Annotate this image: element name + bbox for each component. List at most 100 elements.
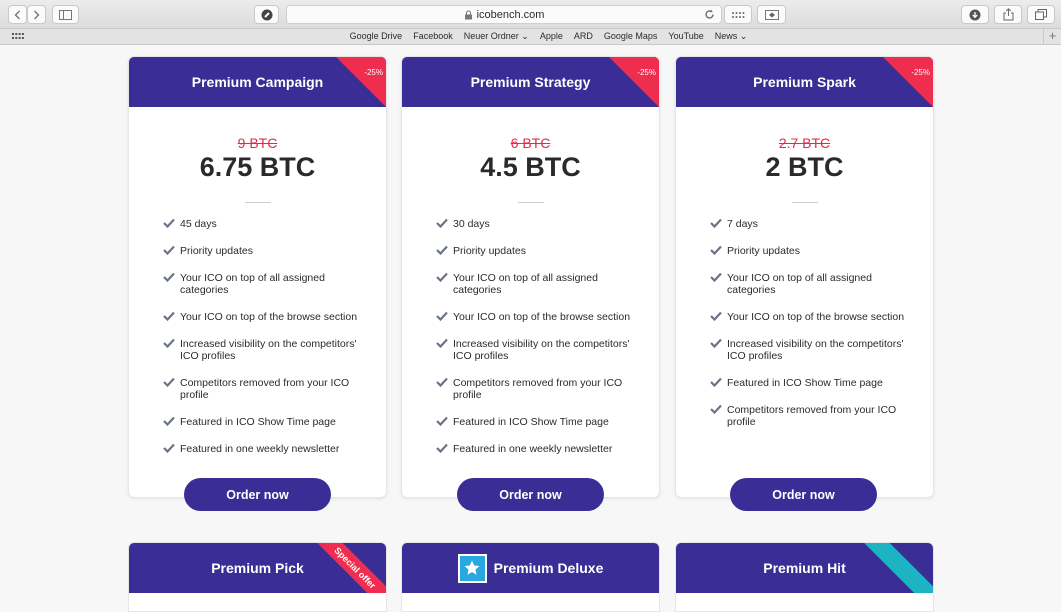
- bookmark-facebook[interactable]: Facebook: [413, 31, 453, 42]
- checkmark-icon: [436, 272, 448, 282]
- feature-text: Priority updates: [727, 245, 800, 257]
- feature-text: Featured in one weekly newsletter: [180, 443, 340, 455]
- site-logo-icon: [261, 9, 272, 20]
- old-price: 6 BTC: [510, 135, 551, 151]
- checkmark-icon: [436, 443, 448, 453]
- order-now-button[interactable]: Order now: [730, 478, 877, 511]
- card-title: Premium Deluxe: [493, 560, 604, 576]
- feature-text: Featured in ICO Show Time page: [727, 377, 883, 389]
- card-title: Premium Campaign: [191, 74, 324, 90]
- feature-item: Your ICO on top of the browse section: [436, 311, 641, 323]
- downloads-button[interactable]: [961, 5, 989, 24]
- chevron-down-icon: ⌄: [739, 31, 748, 41]
- feature-text: Competitors removed from your ICO profil…: [727, 404, 897, 428]
- feature-item: Competitors removed from your ICO profil…: [163, 377, 368, 401]
- old-price: 9 BTC: [237, 135, 278, 151]
- feature-item: 30 days: [436, 218, 641, 230]
- feature-item: Featured in ICO Show Time page: [436, 416, 641, 428]
- feature-text: Featured in ICO Show Time page: [453, 416, 609, 428]
- checkmark-icon: [163, 443, 175, 453]
- checkmark-icon: [163, 311, 175, 321]
- bookmark-youtube[interactable]: YouTube: [668, 31, 703, 42]
- tabs-icon: [1035, 9, 1047, 20]
- chevron-left-icon: [14, 10, 20, 19]
- feature-text: Increased visibility on the competitors'…: [453, 338, 630, 362]
- feature-text: Priority updates: [453, 245, 526, 257]
- feature-item: Increased visibility on the competitors'…: [163, 338, 368, 362]
- pricing-card-campaign: Premium Campaign -25% 9 BTC 6.75 BTC 45 …: [128, 56, 387, 498]
- order-now-button[interactable]: Order now: [184, 478, 331, 511]
- feature-item: Featured in ICO Show Time page: [163, 416, 368, 428]
- feature-item: Priority updates: [710, 245, 915, 257]
- checkmark-icon: [710, 404, 722, 414]
- price: 2 BTC: [765, 152, 844, 182]
- grid-dots-icon: [732, 11, 745, 18]
- bookmark-folder-neuer-ordner[interactable]: Neuer Ordner ⌄: [464, 31, 529, 42]
- bookmark-google-drive[interactable]: Google Drive: [350, 31, 403, 42]
- feature-text: Increased visibility on the competitors'…: [727, 338, 904, 362]
- extensions-button[interactable]: [724, 5, 752, 24]
- checkmark-icon: [436, 218, 448, 228]
- feature-text: Your ICO on top of the browse section: [727, 311, 905, 323]
- feature-text: Your ICO on top of the browse section: [180, 311, 358, 323]
- divider: [517, 202, 544, 203]
- checkmark-icon: [163, 377, 175, 387]
- card-header: Premium Pick Special offer: [129, 543, 386, 593]
- bookmark-apple[interactable]: Apple: [540, 31, 563, 42]
- reload-icon[interactable]: [704, 9, 715, 20]
- site-favicon-button[interactable]: [254, 5, 279, 24]
- url-text: icobench.com: [476, 8, 545, 21]
- bookmark-google-maps[interactable]: Google Maps: [604, 31, 658, 42]
- checkmark-icon: [710, 338, 722, 348]
- bookmarks-bar: Google Drive Facebook Neuer Ordner ⌄ App…: [0, 28, 1061, 45]
- checkmark-icon: [710, 311, 722, 321]
- sidebar-toggle-button[interactable]: [52, 5, 79, 24]
- feature-item: Priority updates: [436, 245, 641, 257]
- feature-item: Competitors removed from your ICO profil…: [436, 377, 641, 401]
- checkmark-icon: [163, 218, 175, 228]
- checkmark-icon: [710, 272, 722, 282]
- card-title: Premium Pick: [211, 560, 304, 576]
- feature-item: Your ICO on top of the browse section: [163, 311, 368, 323]
- feature-text: Your ICO on top of all assigned categori…: [180, 272, 325, 296]
- chevron-down-icon: ⌄: [521, 31, 529, 41]
- reader-button[interactable]: [757, 5, 786, 24]
- price: 4.5 BTC: [480, 152, 581, 182]
- feature-text: Your ICO on top of all assigned categori…: [727, 272, 872, 296]
- checkmark-icon: [436, 245, 448, 255]
- teal-ribbon: [856, 543, 933, 593]
- pricing-card-strategy: Premium Strategy -25% 6 BTC 4.5 BTC 30 d…: [401, 56, 660, 498]
- bookmark-folder-news[interactable]: News ⌄: [715, 31, 748, 42]
- feature-text: Competitors removed from your ICO profil…: [453, 377, 623, 401]
- feature-item: Featured in one weekly newsletter: [163, 443, 368, 455]
- feature-item: Your ICO on top of all assigned categori…: [436, 272, 641, 296]
- feature-item: Priority updates: [163, 245, 368, 257]
- feature-item: Competitors removed from your ICO profil…: [710, 404, 915, 428]
- forward-button[interactable]: [27, 5, 46, 24]
- feature-item: 45 days: [163, 218, 368, 230]
- share-button[interactable]: [994, 5, 1022, 24]
- old-price: 2.7 BTC: [778, 135, 831, 151]
- price: 6.75 BTC: [199, 152, 316, 182]
- bookmark-ard[interactable]: ARD: [574, 31, 593, 42]
- tabs-overview-button[interactable]: [1027, 5, 1055, 24]
- back-button[interactable]: [8, 5, 27, 24]
- feature-text: Your ICO on top of all assigned categori…: [453, 272, 598, 296]
- address-bar[interactable]: icobench.com: [286, 5, 722, 24]
- divider: [244, 202, 271, 203]
- bookmark-list: Google Drive Facebook Neuer Ordner ⌄ App…: [0, 31, 1061, 42]
- pricing-card-hit: Premium Hit: [675, 542, 934, 612]
- order-now-button[interactable]: Order now: [457, 478, 604, 511]
- checkmark-icon: [163, 272, 175, 282]
- bookmark-folder-label: News: [714, 31, 738, 41]
- card-title: Premium Spark: [753, 74, 856, 90]
- discount-ribbon: -25%: [336, 57, 386, 107]
- checkmark-icon: [710, 377, 722, 387]
- feature-text: Competitors removed from your ICO profil…: [180, 377, 350, 401]
- chevron-right-icon: [34, 10, 40, 19]
- download-icon: [969, 9, 981, 20]
- feature-text: 30 days: [453, 218, 490, 230]
- add-tab-button[interactable]: +: [1043, 28, 1061, 45]
- checkmark-icon: [436, 416, 448, 426]
- checkmark-icon: [436, 338, 448, 348]
